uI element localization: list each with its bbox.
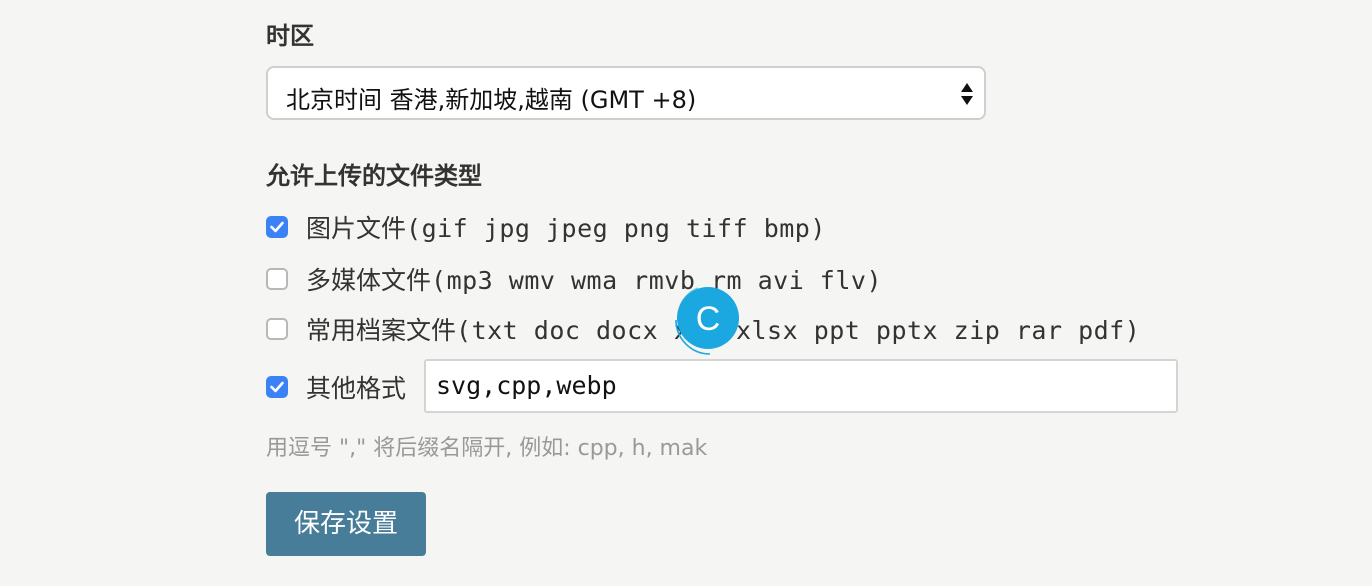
timezone-select[interactable]: 北京时间 香港,新加坡,越南 (GMT +8)	[266, 66, 986, 120]
documents-checkbox[interactable]	[266, 318, 288, 340]
media-label: 多媒体文件	[306, 266, 432, 295]
other-extensions-input[interactable]: svg,cpp,webp	[424, 359, 1178, 413]
media-extensions: (mp3 wmv wma rmvb rm avi flv)	[431, 266, 883, 295]
timezone-select-value: 北京时间 香港,新加坡,越南 (GMT +8)	[286, 86, 697, 114]
cursor-badge-letter: C	[696, 300, 721, 338]
other-checkbox[interactable]	[266, 376, 288, 398]
images-checkbox[interactable]	[266, 216, 288, 238]
file-types-title: 允许上传的文件类型	[266, 162, 482, 190]
other-extensions-value: svg,cpp,webp	[436, 371, 617, 400]
save-settings-button[interactable]: 保存设置	[266, 492, 426, 556]
images-label: 图片文件	[306, 214, 407, 243]
documents-extensions: (txt doc docx xls xlsx ppt pptx zip rar …	[456, 316, 1141, 345]
select-arrows-icon	[960, 81, 974, 107]
media-checkbox[interactable]	[266, 268, 288, 290]
cursor-marker-icon: C	[670, 282, 740, 358]
images-extensions: (gif jpg jpeg png tiff bmp)	[406, 214, 826, 243]
extensions-hint: 用逗号 "," 将后缀名隔开, 例如: cpp, h, mak	[266, 436, 708, 461]
documents-label: 常用档案文件	[306, 316, 457, 345]
timezone-title: 时区	[266, 22, 314, 50]
other-label: 其他格式	[306, 374, 407, 403]
